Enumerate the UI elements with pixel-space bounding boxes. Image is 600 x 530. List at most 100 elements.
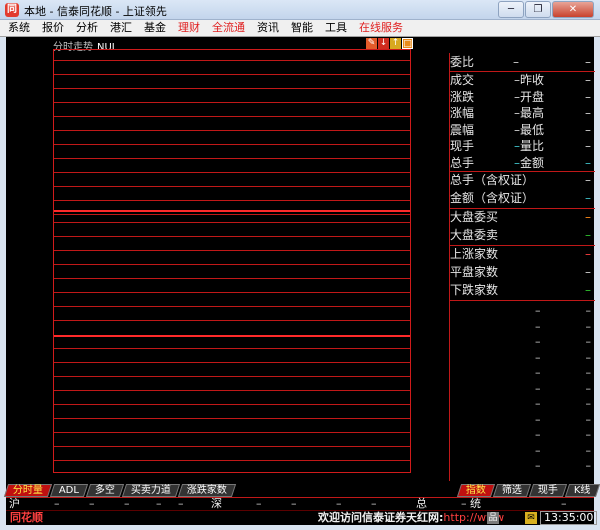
- network-status-icon[interactable]: 品: [487, 512, 499, 524]
- flat-count-label: 平盘家数: [450, 265, 499, 279]
- indicator-tab[interactable]: ADL: [49, 484, 89, 497]
- chart-toolbar: ✎ ↓ ↑ □: [366, 38, 414, 49]
- indicator-tab[interactable]: 多空: [86, 484, 125, 497]
- news-marquee[interactable]: 欢迎访问信泰证券天红网:http://www: [318, 511, 504, 525]
- tab-label: 指数: [465, 485, 486, 496]
- quote-value: –: [585, 73, 591, 87]
- down-count-value: –: [585, 283, 591, 297]
- tick-row: – –: [450, 459, 595, 473]
- menu-item[interactable]: 全流通: [212, 20, 245, 36]
- tick-row: – –: [450, 335, 595, 349]
- grid-line: [54, 306, 410, 307]
- tick-value: –: [535, 319, 541, 333]
- grid-line: [54, 214, 410, 215]
- tab-label: 涨跌家数: [186, 485, 227, 496]
- close-button[interactable]: ✕: [552, 1, 594, 18]
- tick-value: –: [535, 397, 541, 410]
- menu-item[interactable]: 在线服务: [359, 20, 403, 36]
- tick-row: – –: [450, 428, 595, 442]
- warrant-total-label: 总手（含权证）: [450, 173, 535, 187]
- restore-button[interactable]: ❐: [525, 1, 551, 18]
- tick-value: –: [585, 335, 592, 348]
- sh-value: –: [124, 497, 130, 510]
- panel-tab[interactable]: 现手: [528, 484, 568, 497]
- menu-item[interactable]: 系统: [8, 20, 30, 36]
- quote-panel-tabs: 指数 筛选 现手 K线: [456, 484, 600, 497]
- tick-row: – –: [450, 444, 595, 458]
- grid-line: [54, 74, 410, 75]
- window-title: 本地 - 信泰同花顺 - 上证领先: [24, 5, 167, 18]
- menu-item[interactable]: 基金: [144, 20, 166, 36]
- menu-item[interactable]: 智能: [291, 20, 313, 36]
- market-ticker[interactable]: 沪 – – – – – 深 – – – – 总 – 统 –: [6, 497, 594, 510]
- grid-line: [54, 390, 410, 391]
- sh-market-label: 沪: [9, 497, 20, 510]
- intraday-chart[interactable]: [53, 49, 411, 473]
- indicator-tab[interactable]: 涨跌家数: [178, 484, 237, 497]
- panel-tab[interactable]: K线: [564, 484, 600, 497]
- sh-value: –: [178, 497, 184, 510]
- sz-value: –: [291, 497, 297, 510]
- tab-label: K线: [573, 485, 591, 496]
- menu-item[interactable]: 分析: [76, 20, 98, 36]
- message-icon[interactable]: ✉: [525, 512, 537, 524]
- maximize-chart-icon[interactable]: □: [402, 38, 413, 49]
- tick-value: –: [585, 366, 592, 379]
- panel-tab[interactable]: 指数: [456, 484, 496, 497]
- tab-label: 筛选: [501, 485, 522, 496]
- quote-label: 涨跌: [450, 89, 475, 104]
- quote-label: 震幅: [450, 122, 475, 137]
- grid-line: [54, 362, 410, 363]
- quote-label: 最高: [520, 106, 545, 120]
- tick-value: –: [585, 304, 592, 317]
- menu-item[interactable]: 资讯: [257, 20, 279, 36]
- divider: [450, 300, 595, 301]
- menu-bar: 系统 报价 分析 港汇 基金 理财 全流通 资讯 智能 工具 在线服务: [0, 20, 600, 37]
- quote-row-weibi: 委比 – –: [450, 54, 595, 71]
- tick-value: –: [535, 381, 541, 395]
- menu-item[interactable]: 港汇: [110, 20, 132, 36]
- tab-label: 买卖力道: [130, 485, 171, 496]
- chart-indicator-tabs: 分时量 ADL 多空 买卖力道 涨跌家数: [3, 484, 237, 497]
- minimize-button[interactable]: ─: [498, 1, 524, 18]
- indicator-tab[interactable]: 分时量: [3, 484, 53, 497]
- tick-value: –: [585, 350, 592, 364]
- window-controls: ─ ❐ ✕: [497, 1, 594, 19]
- grid-line: [54, 102, 410, 103]
- tick-value: –: [535, 350, 541, 364]
- quote-value: –: [585, 106, 591, 120]
- quote-label: 现手: [450, 139, 475, 153]
- arrow-down-icon[interactable]: ↓: [378, 38, 389, 49]
- quote-label: 涨幅: [450, 106, 475, 120]
- quote-label: 量比: [520, 139, 545, 153]
- menu-item[interactable]: 报价: [42, 20, 64, 36]
- marquee-text: 欢迎访问信泰证券天红网:: [318, 511, 444, 524]
- indicator-tab[interactable]: 买卖力道: [122, 484, 181, 497]
- tick-value: –: [535, 335, 541, 348]
- tick-value: –: [585, 397, 592, 410]
- grid-line: [54, 60, 410, 61]
- tick-row: – –: [450, 397, 595, 411]
- weibi-end-value: –: [585, 55, 591, 69]
- quote-row-big-sell: 大盘委卖 –: [450, 227, 595, 244]
- title-bar[interactable]: 同 本地 - 信泰同花顺 - 上证领先 ─ ❐ ✕: [0, 0, 600, 20]
- draw-tool-icon[interactable]: ✎: [366, 38, 377, 49]
- grid-line: [54, 460, 410, 461]
- quote-value: –: [585, 122, 591, 137]
- grid-line: [54, 186, 410, 187]
- panel-tab[interactable]: 筛选: [492, 484, 532, 497]
- quote-row-warrant-total: 总手（含权证） –: [450, 172, 595, 189]
- quote-row: 涨幅 – 最高 –: [450, 105, 595, 122]
- quote-row: 总手 – 金额 –: [450, 155, 595, 172]
- sh-value: –: [89, 497, 95, 510]
- tick-value: –: [535, 459, 541, 472]
- menu-item[interactable]: 理财: [178, 20, 200, 36]
- clock: 13:35:00: [540, 511, 598, 525]
- arrow-up-icon[interactable]: ↑: [390, 38, 401, 49]
- grid-line: [54, 116, 410, 117]
- warrant-amount-label: 金额（含权证）: [450, 191, 535, 205]
- tick-value: –: [585, 443, 592, 457]
- total-label: 总: [416, 497, 427, 510]
- grid-line: [54, 292, 410, 293]
- menu-item[interactable]: 工具: [325, 20, 347, 36]
